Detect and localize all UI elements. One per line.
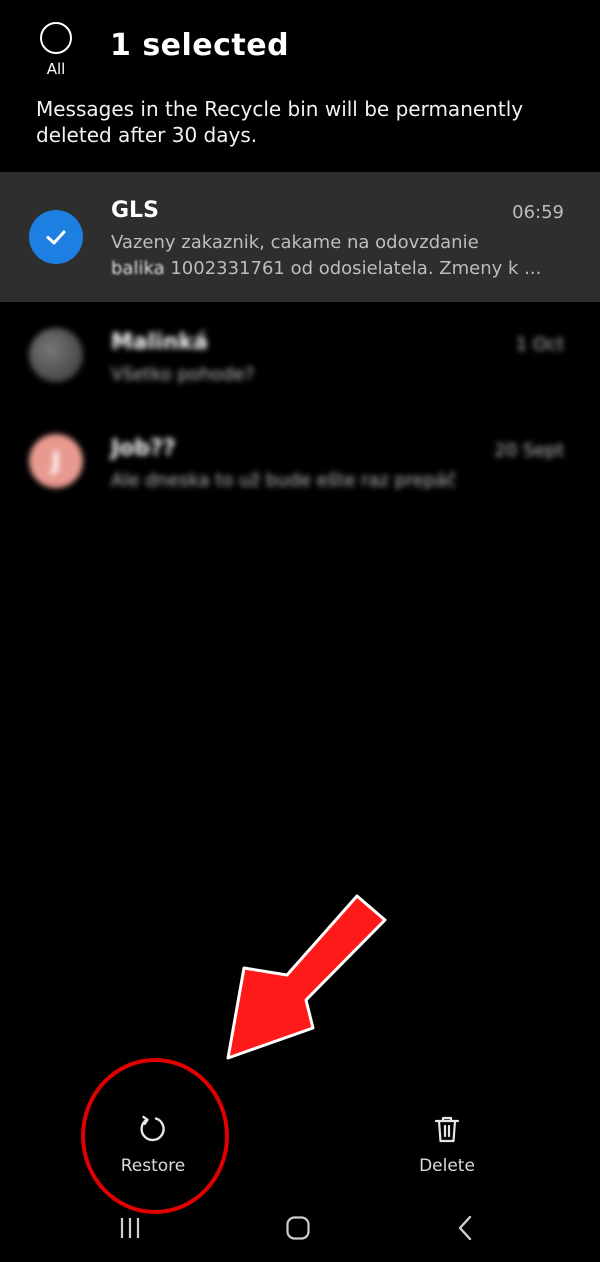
restore-icon	[140, 1115, 165, 1142]
back-icon[interactable]	[452, 1214, 480, 1242]
delete-label: Delete	[419, 1156, 475, 1176]
delete-button[interactable]: Delete	[404, 1112, 490, 1176]
annotation-arrow	[226, 894, 387, 1060]
restore-label: Restore	[120, 1156, 186, 1176]
recents-icon[interactable]	[116, 1214, 144, 1242]
trash-icon	[434, 1116, 460, 1143]
home-icon[interactable]	[284, 1214, 312, 1242]
restore-button[interactable]: Restore	[110, 1112, 196, 1176]
system-navigation-bar	[0, 1200, 600, 1262]
